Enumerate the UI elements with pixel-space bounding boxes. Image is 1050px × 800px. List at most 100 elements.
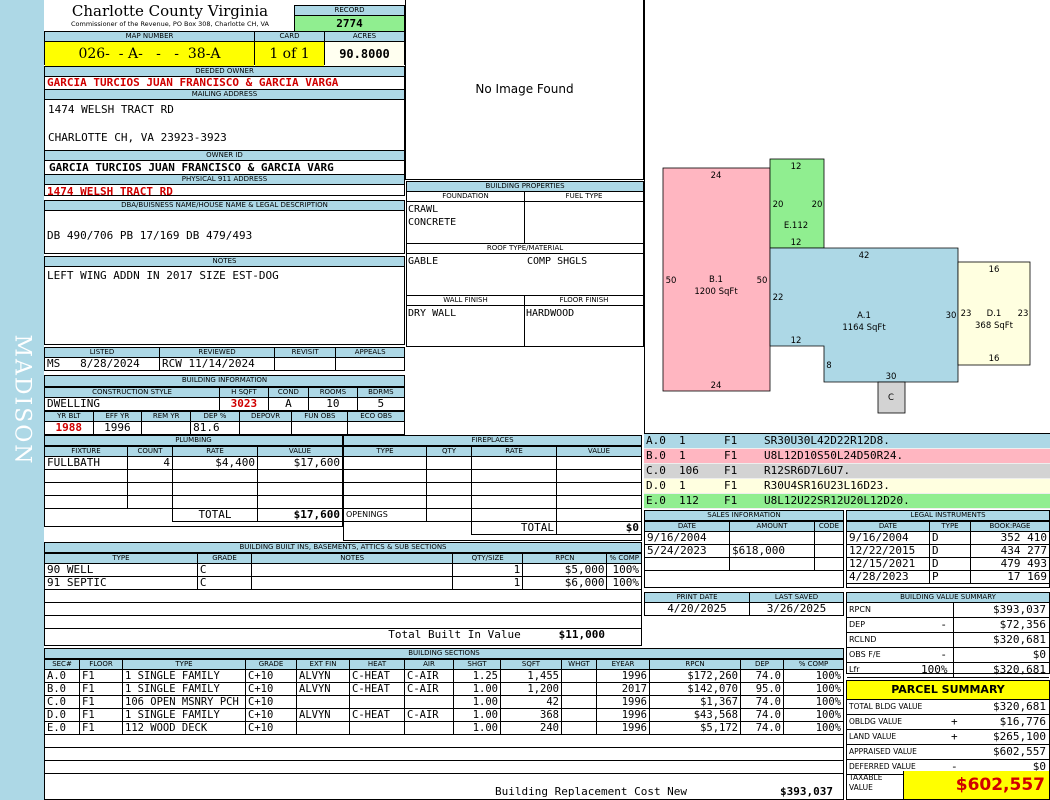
openings-label: OPENINGS <box>343 508 427 522</box>
remyr-label: REM YR <box>141 411 192 422</box>
value-summary-row: Lfr 100% $320,681 <box>847 663 1049 678</box>
li-date-2: 12/22/2015 <box>846 544 930 558</box>
deeded-owner-label: DEEDED OWNER <box>45 67 404 77</box>
sale-amount-1 <box>729 531 815 545</box>
roof-type: GABLE <box>408 256 439 267</box>
plumbing-total-label: TOTAL <box>172 508 258 522</box>
li-type-4: P <box>929 570 971 584</box>
sections-header: TYPE <box>122 659 246 670</box>
value-summary-row: DEP - $72,356 <box>847 618 1049 633</box>
sketch-code-code: R12SR6D7L6U7. <box>764 464 851 477</box>
plumbing-value-header: VALUE <box>257 446 343 457</box>
listed-date: 8/28/2024 <box>80 357 140 370</box>
taxable-label: TAXABLE VALUE <box>849 773 883 792</box>
builtin-grade-1: C <box>196 563 253 577</box>
section-cell: ALVYN <box>296 682 350 696</box>
dim-b-bottom: 24 <box>711 381 722 391</box>
dim-b-top: 24 <box>711 171 722 181</box>
section-cell <box>561 721 597 735</box>
sale-code-1 <box>814 531 844 545</box>
legal-description-label: DBA/BUISNESS NAME/HOUSE NAME & LEGAL DES… <box>45 201 404 211</box>
physical-address-label: PHYSICAL 911 ADDRESS <box>45 175 404 185</box>
value-summary-row: RCLND $320,681 <box>847 633 1049 648</box>
cond-label: COND <box>267 387 310 398</box>
effyr-value: 1996 <box>92 421 143 435</box>
value-summary-row-sign: - <box>940 618 947 631</box>
label-area-e: E.112 <box>784 221 808 231</box>
builtin-type-2: 91 SEPTIC <box>44 576 198 590</box>
section-cell: 100% <box>783 682 844 696</box>
building-sections-label: BUILDING SECTIONS <box>45 649 843 659</box>
foundation-label: FOUNDATION <box>407 192 524 202</box>
plumbing-label: PLUMBING <box>45 436 342 446</box>
parcel-row-sign: + <box>951 730 958 743</box>
value-summary-row-value: $72,356 <box>953 618 1046 632</box>
li-bookpage-4: 17 169 <box>970 570 1050 584</box>
taxable-row: TAXABLE VALUE $602,557 <box>847 771 1049 799</box>
legal-instruments-table: DATE TYPE BOOK:PAGE 9/16/2004 D 352 410 12… <box>846 521 1050 584</box>
fireplaces-total-label: TOTAL <box>471 521 557 535</box>
brcn-total: $393,037 <box>780 785 833 798</box>
map-number: 026- - A- - - 38-A <box>45 42 254 66</box>
county-title: Charlotte County Virginia Commissioner o… <box>46 3 294 33</box>
fireplaces-section: FIREPLACES TYPE QTY RATE VALUE OPENINGS … <box>343 435 642 541</box>
dep-value: 81.6 <box>190 421 240 435</box>
label-area-d: D.1 <box>987 309 1002 319</box>
value-summary-row: RPCN $393,037 <box>847 603 1049 618</box>
acres-box: ACRES 90.8000 <box>324 31 405 66</box>
li-type-1: D <box>929 531 971 545</box>
office-address: Commissioner of the Revenue, PO Box 308,… <box>71 20 269 28</box>
section-cell: $5,172 <box>649 721 741 735</box>
builtin-notes-2 <box>251 576 454 590</box>
owner-id: GARCIA TURCIOS JUAN FRANCISCO & GARCIA V… <box>45 161 404 175</box>
builtins-grade-header: GRADE <box>196 553 253 564</box>
section-cell: F1 <box>79 669 123 683</box>
sketch-area: 24 50 50 24 B.1 1200 SqFt 12 20 20 12 E.… <box>644 0 1050 433</box>
value-summary-row-label: DEP <box>849 620 866 629</box>
foundation-2: CONCRETE <box>408 217 457 228</box>
parcel-row-label: TOTAL BLDG VALUE <box>849 702 923 711</box>
parcel-row-label: APPRAISED VALUE <box>849 747 917 756</box>
print-dates: PRINT DATE LAST SAVED 4/20/2025 3/26/202… <box>644 592 844 616</box>
depovr-value <box>238 421 293 435</box>
builtins-section: BUILDING BUILT INS, BASEMENTS, ATTICS & … <box>44 542 642 646</box>
effyr-label: EFF YR <box>92 411 143 422</box>
sketch-code-row: D.0 1 F1 R30U4SR16U23L16D23. <box>644 479 1050 494</box>
parcel-row-sign: + <box>951 715 958 728</box>
listed-by: MS <box>47 357 61 370</box>
parcel-row-label: OBLDG VALUE <box>849 717 903 726</box>
section-cell: D.0 <box>44 708 80 722</box>
sketch-code-sec: E.0 <box>646 494 666 507</box>
sketch-code-code: U8L12D10S50L24D50R24. <box>764 449 904 462</box>
plumbing-count-header: COUNT <box>127 446 173 457</box>
sketch-code-row: E.0 112 F1 U8L12U22SR12U20L12D20. <box>644 494 1050 509</box>
section-cell <box>561 695 597 709</box>
fireplace-qty-header: QTY <box>426 446 472 457</box>
section-cell: F1 <box>79 695 123 709</box>
parcel-summary-label: PARCEL SUMMARY <box>847 681 1049 700</box>
builtins-qty-header: QTY/SIZE <box>452 553 524 564</box>
building-properties: BUILDING PROPERTIES FOUNDATION CRAWL CON… <box>406 181 644 347</box>
section-cell: 100% <box>783 695 844 709</box>
section-cell: $43,568 <box>649 708 741 722</box>
wall-cell: WALL FINISH DRY WALL <box>407 296 525 346</box>
sketch-code-sec: B.0 <box>646 449 666 462</box>
li-type-2: D <box>929 544 971 558</box>
section-cell: 106 OPEN MSNRY PCH <box>122 695 246 709</box>
value-summary-row: OBS F/E - $0 <box>847 648 1049 663</box>
sections-header: FLOOR <box>79 659 123 670</box>
sketch-code-fl: F1 <box>724 434 738 447</box>
section-cell: $1,367 <box>649 695 741 709</box>
builtin-comp-1: 100% <box>606 563 642 577</box>
builtins-notes-header: NOTES <box>251 553 454 564</box>
sketch-code-code: U8L12U22SR12U20L12D20. <box>764 494 910 507</box>
fireplace-rate-header: RATE <box>471 446 557 457</box>
builtins-total: $11,000 <box>558 628 605 641</box>
dim-b-left: 50 <box>666 276 677 286</box>
sections-header: GRADE <box>245 659 297 670</box>
section-cell: C-HEAT <box>349 682 405 696</box>
section-cell: 240 <box>500 721 562 735</box>
review-table: LISTED REVIEWED REVISIT APPEALS MS 8/28/… <box>44 347 405 371</box>
section-cell: F1 <box>79 708 123 722</box>
section-cell: F1 <box>79 682 123 696</box>
